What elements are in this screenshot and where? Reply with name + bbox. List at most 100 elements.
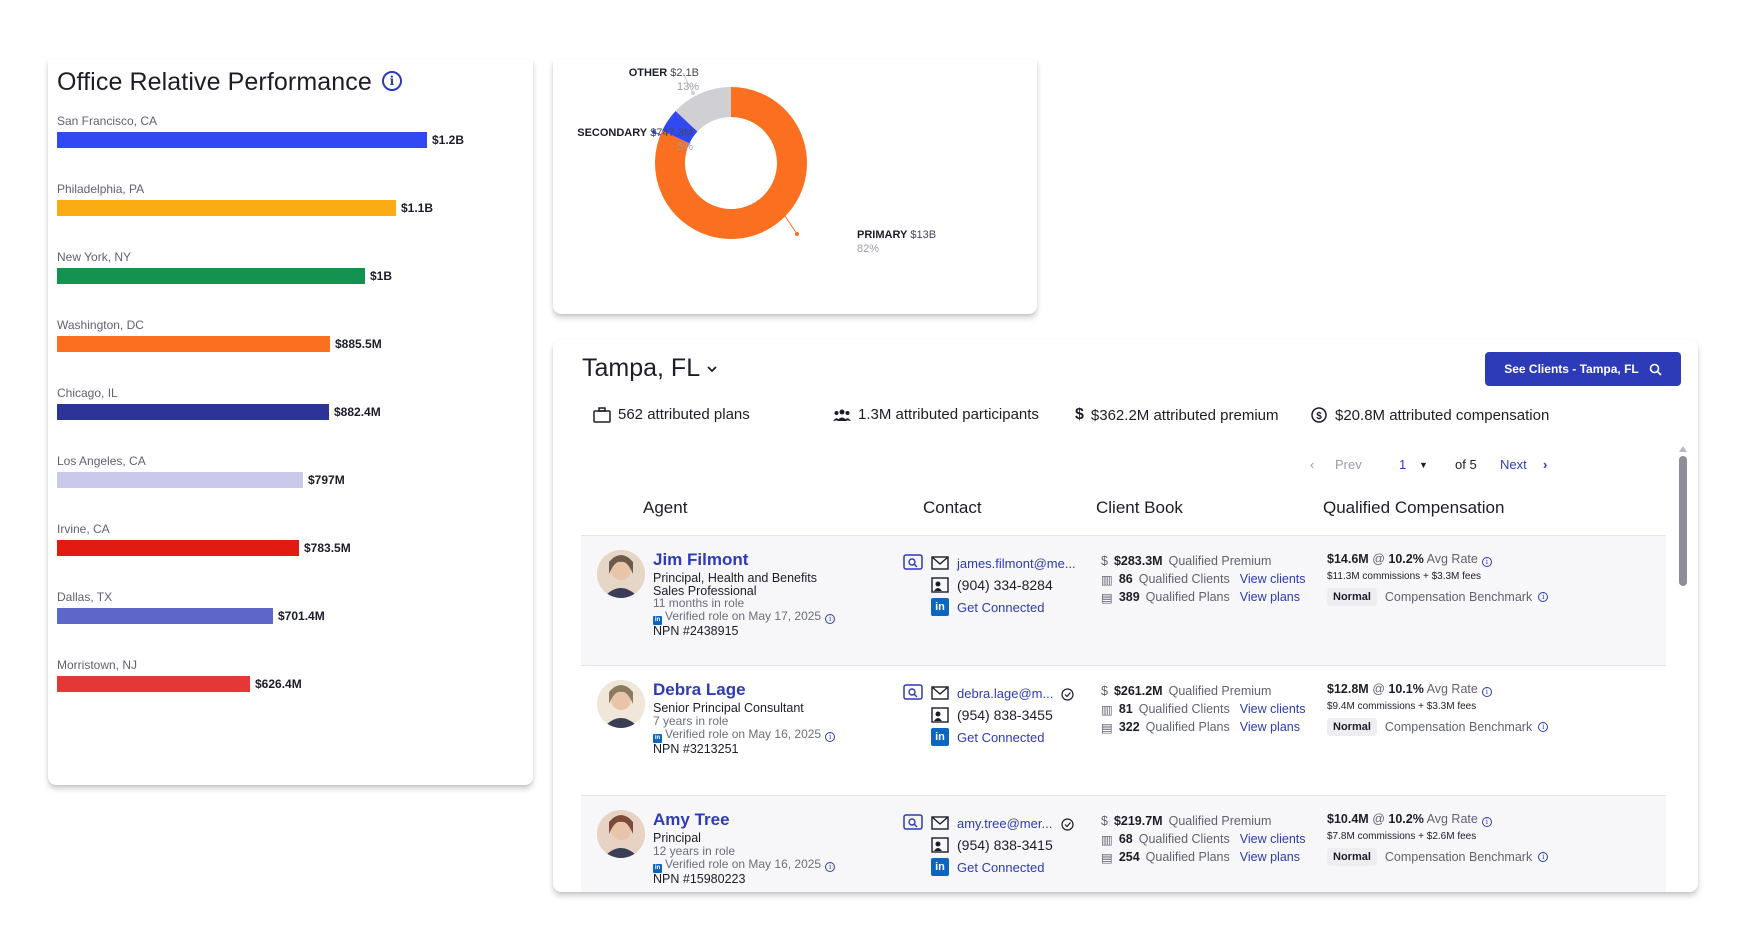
chevron-down-icon	[707, 365, 717, 372]
compensation-line: $12.8M @ 10.1% Avg Rate i	[1327, 682, 1548, 697]
bar[interactable]	[57, 404, 329, 420]
page-select[interactable]: 1	[1399, 457, 1406, 472]
agent-name-link[interactable]: Amy Tree	[653, 810, 730, 830]
agent-email[interactable]: james.filmont@me...	[957, 556, 1076, 571]
prev-button[interactable]: Prev	[1335, 457, 1362, 472]
agent-npn: NPN #2438915	[653, 624, 739, 638]
premium-label: Qualified Premium	[1168, 684, 1272, 698]
get-connected-link[interactable]: Get Connected	[957, 600, 1044, 615]
verified-check-icon	[1061, 688, 1074, 701]
contact-card-icon	[931, 707, 949, 723]
get-connected-link[interactable]: Get Connected	[957, 730, 1044, 745]
comp-value: $10.4M	[1327, 812, 1369, 826]
cycle-dollar-icon: $	[1311, 407, 1327, 423]
bar-value: $797M	[308, 473, 345, 487]
view-plans-link[interactable]: View plans	[1240, 850, 1300, 864]
see-clients-label: See Clients - Tampa, FL	[1504, 362, 1639, 376]
bar-label: Dallas, TX	[57, 590, 113, 604]
bar[interactable]	[57, 132, 427, 148]
plans-label: Qualified Plans	[1145, 590, 1230, 604]
clients-label: Qualified Clients	[1138, 702, 1230, 716]
info-icon[interactable]: i	[1538, 592, 1549, 602]
get-connected-link[interactable]: Get Connected	[957, 860, 1044, 875]
donut-label-percent: 82%	[857, 243, 880, 255]
verified-text: Verified role on May 17, 2025	[665, 609, 822, 623]
plans-line: ▤ 322 Qualified Plans View plans	[1101, 718, 1306, 736]
donut-slice-other[interactable]	[675, 87, 732, 133]
profile-search-icon[interactable]	[903, 554, 923, 570]
agent-tenure: 7 years in role	[653, 714, 729, 728]
bar[interactable]	[57, 200, 396, 216]
client-book-cell: $ $283.3M Qualified Premium ▥ 86 Qualified Cl…	[1101, 552, 1306, 606]
agent-email[interactable]: amy.tree@mer...	[957, 816, 1052, 831]
plans-label: Qualified Plans	[1145, 720, 1230, 734]
bar-label: Morristown, NJ	[57, 658, 138, 672]
view-clients-link[interactable]: View clients	[1240, 572, 1306, 586]
premium-icon: $	[1101, 684, 1108, 698]
benchmark-line: Normal Compensation Benchmark i	[1327, 848, 1549, 866]
plans-value: 254	[1118, 850, 1140, 864]
avg-rate-label: Avg Rate	[1426, 552, 1478, 566]
office-performance-card: Office Relative Performance i San Franci…	[48, 60, 533, 785]
linkedin-line[interactable]: in Get Connected	[931, 596, 1091, 618]
profile-search-icon[interactable]	[903, 684, 923, 700]
caret-down-icon[interactable]: ▼	[1419, 460, 1428, 470]
agent-email[interactable]: debra.lage@m...	[957, 686, 1053, 701]
view-clients-link[interactable]: View clients	[1240, 702, 1306, 716]
bar[interactable]	[57, 540, 299, 556]
stat-compensation-text: $20.8M attributed compensation	[1335, 406, 1550, 424]
bar-value: $701.4M	[278, 609, 325, 623]
contact-card-icon	[931, 577, 949, 593]
bar[interactable]	[57, 608, 273, 624]
benchmark-badge: Normal	[1327, 718, 1377, 736]
email-line[interactable]: james.filmont@me...	[931, 552, 1091, 574]
bar[interactable]	[57, 472, 303, 488]
bar-line: $701.4M	[57, 608, 517, 624]
agent-name-link[interactable]: Jim Filmont	[653, 550, 748, 570]
info-icon[interactable]: i	[825, 862, 836, 872]
info-icon[interactable]: i	[1538, 722, 1549, 732]
linkedin-line[interactable]: in Get Connected	[931, 726, 1091, 748]
view-plans-link[interactable]: View plans	[1240, 590, 1300, 604]
scroll-up-arrow-icon[interactable]	[1679, 446, 1687, 452]
stat-premium: $ $362.2M attributed premium	[1075, 406, 1279, 424]
avg-rate-value: 10.2%	[1388, 552, 1424, 566]
performance-bar-row: Chicago, IL $882.4M	[57, 385, 517, 420]
info-icon[interactable]: i	[1481, 557, 1492, 567]
mail-icon	[931, 556, 949, 570]
plans-line: ▤ 389 Qualified Plans View plans	[1101, 588, 1306, 606]
comp-breakdown: $9.4M commissions + $3.3M fees	[1327, 701, 1477, 712]
premium-value: $283.3M	[1113, 554, 1163, 568]
info-icon[interactable]: i	[381, 70, 402, 91]
next-chevron-icon[interactable]: ›	[1543, 457, 1547, 472]
scroll-thumb[interactable]	[1679, 456, 1687, 586]
info-icon[interactable]: i	[1481, 817, 1492, 827]
bar-label: Irvine, CA	[57, 522, 110, 536]
info-icon[interactable]: i	[825, 614, 836, 624]
leader-line-primary	[780, 209, 798, 235]
view-clients-link[interactable]: View clients	[1240, 832, 1306, 846]
bar-label: New York, NY	[57, 250, 132, 264]
next-button[interactable]: Next	[1500, 457, 1527, 472]
info-icon[interactable]: i	[825, 732, 836, 742]
bar[interactable]	[57, 268, 365, 284]
scrollbar[interactable]	[1679, 446, 1687, 886]
prev-chevron-icon[interactable]: ‹	[1310, 457, 1314, 472]
bar[interactable]	[57, 676, 250, 692]
bar-line: $1B	[57, 268, 517, 284]
premium-label: Qualified Premium	[1168, 554, 1272, 568]
premium-icon: $	[1101, 554, 1108, 568]
profile-search-icon[interactable]	[903, 814, 923, 830]
agent-verified: in Verified role on May 16, 2025 i	[653, 727, 836, 743]
linkedin-line[interactable]: in Get Connected	[931, 856, 1091, 878]
view-plans-link[interactable]: View plans	[1240, 720, 1300, 734]
see-clients-button[interactable]: See Clients - Tampa, FL	[1485, 352, 1681, 386]
benchmark-badge: Normal	[1327, 848, 1377, 866]
donut-label-value: $747.3M	[650, 127, 693, 139]
comp-value: $14.6M	[1327, 552, 1369, 566]
bar[interactable]	[57, 336, 330, 352]
info-icon[interactable]: i	[1481, 687, 1492, 697]
location-selector[interactable]: Tampa, FL	[582, 354, 718, 383]
agent-name-link[interactable]: Debra Lage	[653, 680, 746, 700]
info-icon[interactable]: i	[1538, 852, 1549, 862]
